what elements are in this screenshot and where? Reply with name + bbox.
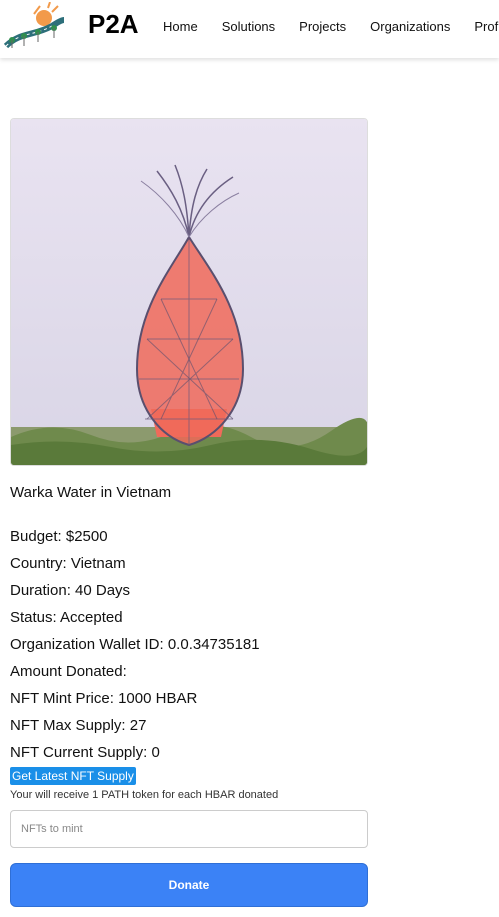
detail-nft-mint-price: NFT Mint Price: 1000 HBAR [10, 690, 198, 707]
nav-home[interactable]: Home [163, 19, 198, 34]
nfts-to-mint-input[interactable] [10, 810, 368, 848]
project-title: Warka Water in Vietnam [10, 484, 172, 501]
project-details: Budget: $2500 Country: Vietnam Duration:… [10, 523, 260, 766]
nav-organizations[interactable]: Organizations [370, 19, 450, 34]
brand-name[interactable]: P2A [88, 9, 139, 40]
main-nav: Home Solutions Projects Organizations Pr… [163, 19, 499, 34]
detail-nft-max-supply: NFT Max Supply: 27 [10, 717, 147, 734]
detail-amount-donated: Amount Donated: [10, 663, 127, 680]
token-note: Your will receive 1 PATH token for each … [10, 789, 279, 801]
nav-solutions[interactable]: Solutions [222, 19, 275, 34]
get-latest-nft-supply-button[interactable]: Get Latest NFT Supply [10, 767, 136, 785]
navbar: P2A Home Solutions Projects Organization… [0, 0, 499, 58]
detail-budget: Budget: $2500 [10, 528, 108, 545]
nav-profile[interactable]: Profile [474, 19, 499, 34]
nav-projects[interactable]: Projects [299, 19, 346, 34]
warka-tower-illustration [11, 119, 367, 465]
project-image [10, 118, 368, 466]
p2a-logo[interactable] [4, 2, 64, 54]
donate-button[interactable]: Donate [10, 863, 368, 907]
detail-wallet-id: Organization Wallet ID: 0.0.34735181 [10, 636, 260, 653]
detail-country: Country: Vietnam [10, 555, 126, 572]
detail-status: Status: Accepted [10, 609, 123, 626]
detail-nft-current-supply: NFT Current Supply: 0 [10, 744, 160, 761]
detail-duration: Duration: 40 Days [10, 582, 131, 599]
